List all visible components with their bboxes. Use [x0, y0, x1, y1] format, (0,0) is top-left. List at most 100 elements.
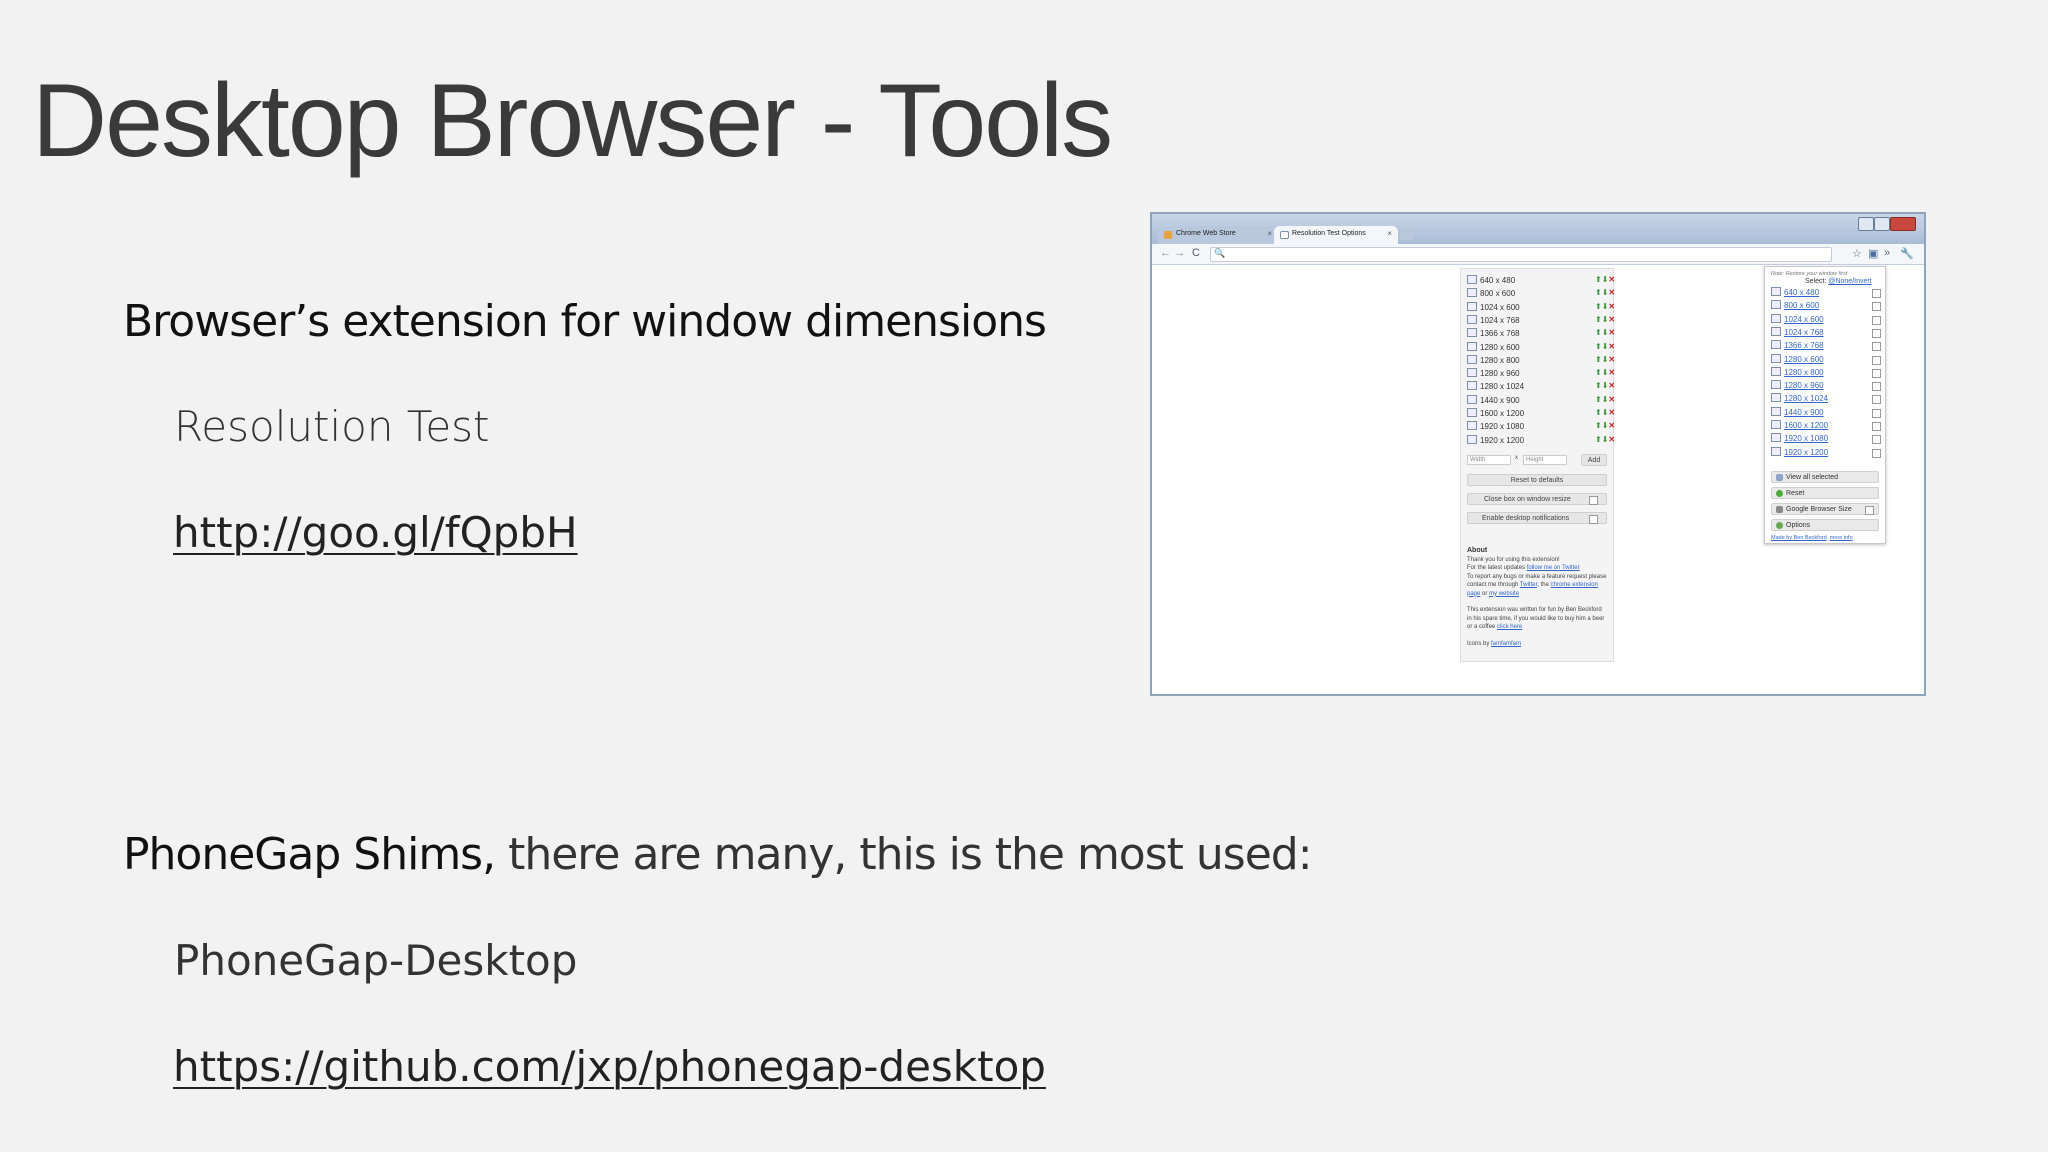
- donate-link[interactable]: click here: [1497, 624, 1522, 630]
- notifications-checkbox[interactable]: [1589, 515, 1598, 524]
- tab-resolution-test-options[interactable]: Resolution Test Options ×: [1274, 226, 1398, 244]
- move-up-icon[interactable]: ⬆: [1595, 302, 1602, 311]
- resolution-checkbox[interactable]: [1872, 315, 1881, 325]
- remove-icon[interactable]: ✕: [1608, 275, 1615, 284]
- twitter-link[interactable]: Twitter: [1520, 582, 1537, 588]
- google-size-checkbox[interactable]: [1865, 506, 1874, 515]
- select-none-invert-link[interactable]: @None/Invert: [1828, 278, 1871, 285]
- popup-resolution-row[interactable]: 1920 x 1200: [1771, 446, 1881, 459]
- extension-icon[interactable]: ▣: [1868, 247, 1878, 260]
- move-up-icon[interactable]: ⬆: [1595, 328, 1602, 337]
- famfamfam-link[interactable]: famfamfam: [1491, 641, 1521, 647]
- resolution-checkbox[interactable]: [1872, 382, 1881, 392]
- resolution-row[interactable]: 1920 x 1200 ⬆⬇✕: [1467, 434, 1615, 447]
- resolution-row[interactable]: 640 x 480 ⬆⬇✕: [1467, 275, 1615, 287]
- popup-options-button[interactable]: Options: [1771, 519, 1879, 531]
- move-up-icon[interactable]: ⬆: [1595, 342, 1602, 351]
- popup-resolution-link[interactable]: 1280 x 960: [1784, 381, 1824, 390]
- popup-resolution-row[interactable]: 1280 x 800: [1771, 366, 1881, 379]
- move-up-icon[interactable]: ⬆: [1595, 315, 1602, 324]
- resolution-checkbox[interactable]: [1872, 395, 1881, 405]
- address-bar[interactable]: 🔍: [1210, 247, 1832, 262]
- new-tab-button[interactable]: [1400, 228, 1414, 240]
- more-info-link[interactable]: more info: [1830, 535, 1853, 541]
- width-input[interactable]: Width: [1467, 455, 1511, 465]
- remove-icon[interactable]: ✕: [1608, 368, 1615, 377]
- close-box-checkbox[interactable]: [1589, 496, 1598, 505]
- bookmark-star-icon[interactable]: ☆: [1852, 247, 1862, 260]
- back-icon[interactable]: ←: [1160, 247, 1171, 259]
- resolution-row[interactable]: 1600 x 1200 ⬆⬇✕: [1467, 408, 1615, 420]
- popup-resolution-link[interactable]: 1280 x 800: [1784, 368, 1824, 377]
- close-box-option[interactable]: Close box on window resize: [1467, 493, 1607, 505]
- popup-resolution-row[interactable]: 1280 x 600: [1771, 353, 1881, 366]
- popup-resolution-link[interactable]: 1920 x 1200: [1784, 448, 1828, 457]
- popup-resolution-link[interactable]: 1920 x 1080: [1784, 434, 1828, 443]
- notifications-option[interactable]: Enable desktop notifications: [1467, 512, 1607, 524]
- remove-icon[interactable]: ✕: [1608, 342, 1615, 351]
- window-close-icon[interactable]: [1890, 217, 1916, 231]
- minimize-icon[interactable]: [1858, 217, 1874, 231]
- resolution-row[interactable]: 1920 x 1080 ⬆⬇✕: [1467, 421, 1615, 433]
- move-up-icon[interactable]: ⬆: [1595, 381, 1602, 390]
- popup-resolution-row[interactable]: 800 x 600: [1771, 300, 1881, 312]
- reload-icon[interactable]: C: [1192, 247, 1200, 259]
- move-up-icon[interactable]: ⬆: [1595, 408, 1602, 417]
- popup-resolution-link[interactable]: 1440 x 900: [1784, 408, 1824, 417]
- wrench-icon[interactable]: 🔧: [1900, 247, 1914, 260]
- maximize-icon[interactable]: [1874, 217, 1890, 231]
- popup-resolution-row[interactable]: 1920 x 1080: [1771, 433, 1881, 445]
- popup-resolution-row[interactable]: 1440 x 900: [1771, 406, 1881, 419]
- resolution-checkbox[interactable]: [1872, 448, 1881, 458]
- popup-resolution-row[interactable]: 1024 x 600: [1771, 313, 1881, 326]
- height-input[interactable]: Height: [1523, 455, 1567, 465]
- resolution-checkbox[interactable]: [1872, 368, 1881, 378]
- move-up-icon[interactable]: ⬆: [1595, 395, 1602, 404]
- twitter-follow-link[interactable]: follow me on Twitter: [1527, 565, 1580, 571]
- popup-resolution-link[interactable]: 1024 x 768: [1784, 328, 1824, 337]
- move-up-icon[interactable]: ⬆: [1595, 288, 1602, 297]
- move-up-icon[interactable]: ⬆: [1595, 275, 1602, 284]
- move-up-icon[interactable]: ⬆: [1595, 355, 1602, 364]
- tab-close-icon[interactable]: ×: [1267, 229, 1272, 238]
- add-button[interactable]: Add: [1581, 454, 1607, 466]
- popup-reset-button[interactable]: Reset: [1771, 487, 1879, 499]
- popup-resolution-link[interactable]: 1600 x 1200: [1784, 421, 1828, 430]
- forward-icon[interactable]: →: [1174, 247, 1185, 259]
- tab-close-icon[interactable]: ×: [1387, 229, 1392, 238]
- popup-resolution-row[interactable]: 1600 x 1200: [1771, 420, 1881, 432]
- resolution-row[interactable]: 1366 x 768 ⬆⬇✕: [1467, 328, 1615, 340]
- resolution-row[interactable]: 1440 x 900 ⬆⬇✕: [1467, 394, 1615, 407]
- google-browser-size-option[interactable]: Google Browser Size: [1771, 503, 1879, 515]
- popup-resolution-row[interactable]: 1024 x 768: [1771, 326, 1881, 339]
- popup-resolution-row[interactable]: 1280 x 960: [1771, 380, 1881, 392]
- section2-link[interactable]: https://github.com/jxp/phonegap-desktop: [173, 1042, 1046, 1091]
- resolution-checkbox[interactable]: [1872, 328, 1881, 338]
- move-up-icon[interactable]: ⬆: [1595, 421, 1602, 430]
- resolution-checkbox[interactable]: [1872, 289, 1881, 298]
- move-up-icon[interactable]: ⬆: [1595, 368, 1602, 377]
- popup-resolution-link[interactable]: 1280 x 600: [1784, 355, 1824, 364]
- popup-resolution-row[interactable]: 1366 x 768: [1771, 340, 1881, 352]
- resolution-row[interactable]: 1024 x 600 ⬆⬇✕: [1467, 301, 1615, 314]
- remove-icon[interactable]: ✕: [1608, 288, 1615, 297]
- resolution-checkbox[interactable]: [1872, 435, 1881, 445]
- remove-icon[interactable]: ✕: [1608, 315, 1615, 324]
- website-link[interactable]: my website: [1489, 591, 1519, 597]
- move-up-icon[interactable]: ⬆: [1595, 435, 1602, 444]
- remove-icon[interactable]: ✕: [1608, 302, 1615, 311]
- remove-icon[interactable]: ✕: [1608, 408, 1615, 417]
- view-all-selected-button[interactable]: View all selected: [1771, 471, 1879, 483]
- resolution-row[interactable]: 800 x 600 ⬆⬇✕: [1467, 288, 1615, 300]
- popup-resolution-link[interactable]: 1280 x 1024: [1784, 394, 1828, 403]
- remove-icon[interactable]: ✕: [1608, 381, 1615, 390]
- popup-resolution-link[interactable]: 1024 x 600: [1784, 315, 1824, 324]
- resolution-row[interactable]: 1280 x 960 ⬆⬇✕: [1467, 368, 1615, 380]
- section1-link[interactable]: http://goo.gl/fQpbH: [173, 508, 578, 557]
- resolution-checkbox[interactable]: [1872, 355, 1881, 365]
- remove-icon[interactable]: ✕: [1608, 421, 1615, 430]
- resolution-checkbox[interactable]: [1872, 408, 1881, 418]
- popup-resolution-link[interactable]: 640 x 480: [1784, 288, 1819, 297]
- remove-icon[interactable]: ✕: [1608, 355, 1615, 364]
- popup-resolution-row[interactable]: 1280 x 1024: [1771, 393, 1881, 405]
